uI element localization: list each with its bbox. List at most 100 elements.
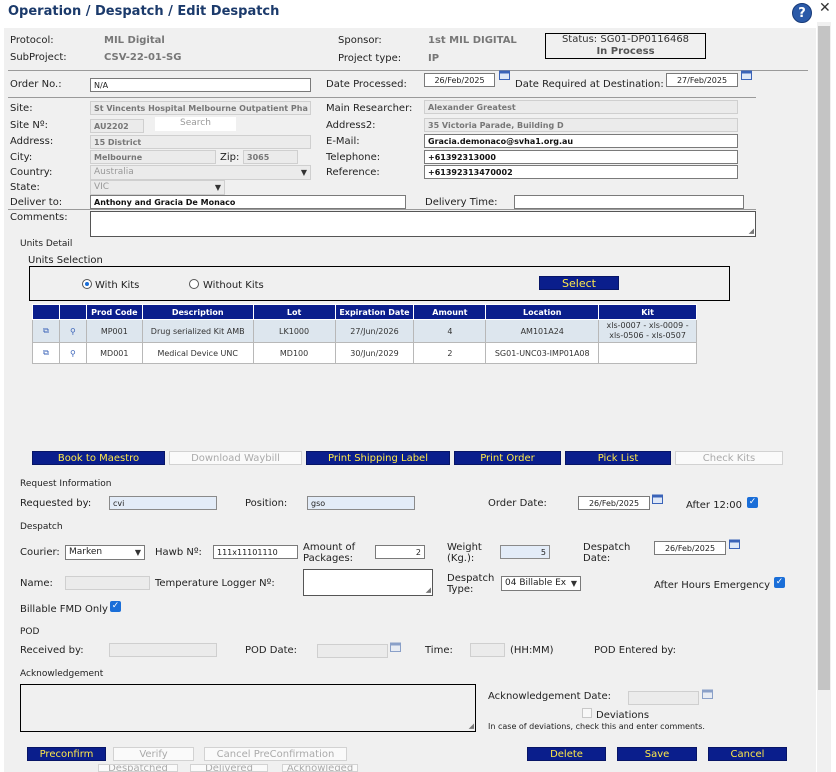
reference-label: Reference: <box>326 167 380 178</box>
table-row: ⧉ ⚲ MP001 Drug serialized Kit AMB LK1000… <box>32 319 697 343</box>
delete-button[interactable]: Delete <box>527 747 606 761</box>
delivery-time-input[interactable] <box>514 195 744 209</box>
courier-select[interactable]: Marken ▼ <box>65 545 145 560</box>
telephone-label: Telephone: <box>326 152 381 163</box>
weight-label: Weight (Kg.): <box>447 542 482 564</box>
book-maestro-button[interactable]: Book to Maestro <box>32 451 165 465</box>
column-header: Lot <box>252 304 336 320</box>
column-header: Description <box>141 304 254 320</box>
position-label: Position: <box>245 498 288 509</box>
divider <box>8 97 756 98</box>
copy-icon[interactable]: ⧉ <box>32 342 60 364</box>
magnifier-icon[interactable]: ⚲ <box>58 342 87 364</box>
cancel-button[interactable]: Cancel <box>708 747 787 761</box>
search-button[interactable]: Search <box>155 117 236 131</box>
status-code: Status: SG01-DP0116468 <box>561 34 690 45</box>
deviations-checkbox[interactable] <box>582 708 592 718</box>
calendar-icon[interactable] <box>729 538 740 549</box>
verify-button[interactable]: Verify <box>113 747 194 761</box>
telephone-input[interactable]: +61392313000 <box>424 150 738 164</box>
table-cell: xls-0007 - xls-0009 - xls-0506 - xls-050… <box>598 319 697 343</box>
despatch-type-select[interactable]: 04 Billable Ex ▼ <box>501 576 581 591</box>
city-field: Melbourne <box>90 150 216 164</box>
ack-date-field <box>628 691 699 705</box>
address2-field: 35 Victoria Parade, Building D <box>424 118 738 132</box>
check-kits-button[interactable]: Check Kits <box>675 451 783 465</box>
pick-list-button[interactable]: Pick List <box>565 451 671 465</box>
order-no-input[interactable]: N/A <box>90 78 311 92</box>
copy-icon[interactable]: ⧉ <box>32 319 60 343</box>
despatch-date-input[interactable]: 26/Feb/2025 <box>654 541 726 555</box>
comments-textarea[interactable]: ◢ <box>90 211 756 237</box>
table-cell: LK1000 <box>252 319 336 343</box>
scrollbar-thumb[interactable] <box>818 26 830 690</box>
hhmm-hint: (HH:MM) <box>510 645 554 656</box>
subproject-label: SubProject: <box>10 52 67 63</box>
delivered-button[interactable]: Delivered <box>190 764 268 772</box>
zip-field: 3065 <box>243 150 298 164</box>
units-selection-heading: Units Selection <box>28 255 103 266</box>
time-field <box>470 643 505 657</box>
column-header <box>32 304 60 320</box>
units-detail-heading: Units Detail <box>20 239 73 249</box>
calendar-icon[interactable] <box>741 69 752 80</box>
chevron-down-icon: ▼ <box>134 548 141 557</box>
resize-grip-icon[interactable]: ◢ <box>749 227 754 235</box>
position-input[interactable]: gso <box>307 496 415 510</box>
without-kits-radio[interactable] <box>189 279 199 289</box>
temp-logger-label: Temperature Logger Nº: <box>155 578 275 589</box>
order-date-input[interactable]: 26/Feb/2025 <box>578 496 650 510</box>
date-required-input[interactable]: 27/Feb/2025 <box>666 73 738 87</box>
table-cell: 2 <box>413 342 487 364</box>
calendar-icon <box>390 642 401 652</box>
weight-input[interactable]: 5 <box>500 545 550 559</box>
divider <box>8 209 756 210</box>
requested-by-input[interactable]: cvi <box>109 496 217 510</box>
table-cell: MD100 <box>252 342 336 364</box>
select-button[interactable]: Select <box>539 276 619 290</box>
hawb-label: Hawb Nº: <box>155 547 202 558</box>
pod-date-field <box>317 644 388 658</box>
order-no-label: Order No.: <box>10 79 62 90</box>
amount-packages-input[interactable]: 2 <box>375 545 425 559</box>
table-row: ⧉ ⚲ MD001 Medical Device UNC MD100 30/Ju… <box>32 342 697 364</box>
resize-grip-icon[interactable]: ◢ <box>469 722 474 730</box>
page-title: Operation / Despatch / Edit Despatch <box>8 4 280 19</box>
help-icon[interactable]: ? <box>792 3 812 23</box>
after-hours-label: After Hours Emergency <box>654 580 771 591</box>
amount-packages-label: Amount of Packages: <box>303 542 356 564</box>
column-header <box>58 304 87 320</box>
zip-label: Zip: <box>220 152 240 163</box>
state-value: VIC <box>94 182 110 192</box>
acknowledgement-textarea[interactable]: ◢ <box>20 684 476 732</box>
print-shipping-label-button[interactable]: Print Shipping Label <box>306 451 450 465</box>
temp-logger-textarea[interactable]: ◢ <box>303 569 433 596</box>
pod-date-label: POD Date: <box>245 645 298 656</box>
date-processed-label: Date Processed: <box>326 79 407 90</box>
download-waybill-button[interactable]: Download Waybill <box>169 451 302 465</box>
chevron-down-icon: ▼ <box>300 168 307 177</box>
cancel-preconfirmation-button[interactable]: Cancel PreConfirmation <box>204 747 347 761</box>
acknowledged-button[interactable]: Acknowleged <box>282 764 358 772</box>
after-12-checkbox[interactable]: ✓ <box>747 497 758 508</box>
preconfirm-button[interactable]: Preconfirm <box>27 747 106 761</box>
after-hours-checkbox[interactable]: ✓ <box>774 577 785 588</box>
resize-grip-icon[interactable]: ◢ <box>426 586 431 594</box>
save-button[interactable]: Save <box>617 747 697 761</box>
print-order-button[interactable]: Print Order <box>454 451 561 465</box>
hawb-input[interactable]: 111x11101110 <box>213 545 298 559</box>
site-no-field: AU2202 <box>90 119 144 133</box>
close-icon[interactable]: ✕ <box>819 0 831 16</box>
date-processed-input[interactable]: 26/Feb/2025 <box>424 73 495 87</box>
despatch-date-label: Despatch Date: <box>583 542 631 564</box>
billable-fmd-checkbox[interactable]: ✓ <box>110 601 121 612</box>
deliver-to-input[interactable]: Anthony and Gracia De Monaco <box>90 195 406 209</box>
email-input[interactable]: Gracia.demonaco@svha1.org.au <box>424 134 738 148</box>
with-kits-radio[interactable] <box>82 279 92 289</box>
magnifier-icon[interactable]: ⚲ <box>58 319 87 343</box>
calendar-icon[interactable] <box>652 493 663 504</box>
reference-input[interactable]: +61392313470002 <box>424 165 738 179</box>
despatched-button[interactable]: Despatched <box>98 764 178 772</box>
despatch-type-label: Despatch Type: <box>447 573 495 595</box>
calendar-icon[interactable] <box>499 69 510 80</box>
